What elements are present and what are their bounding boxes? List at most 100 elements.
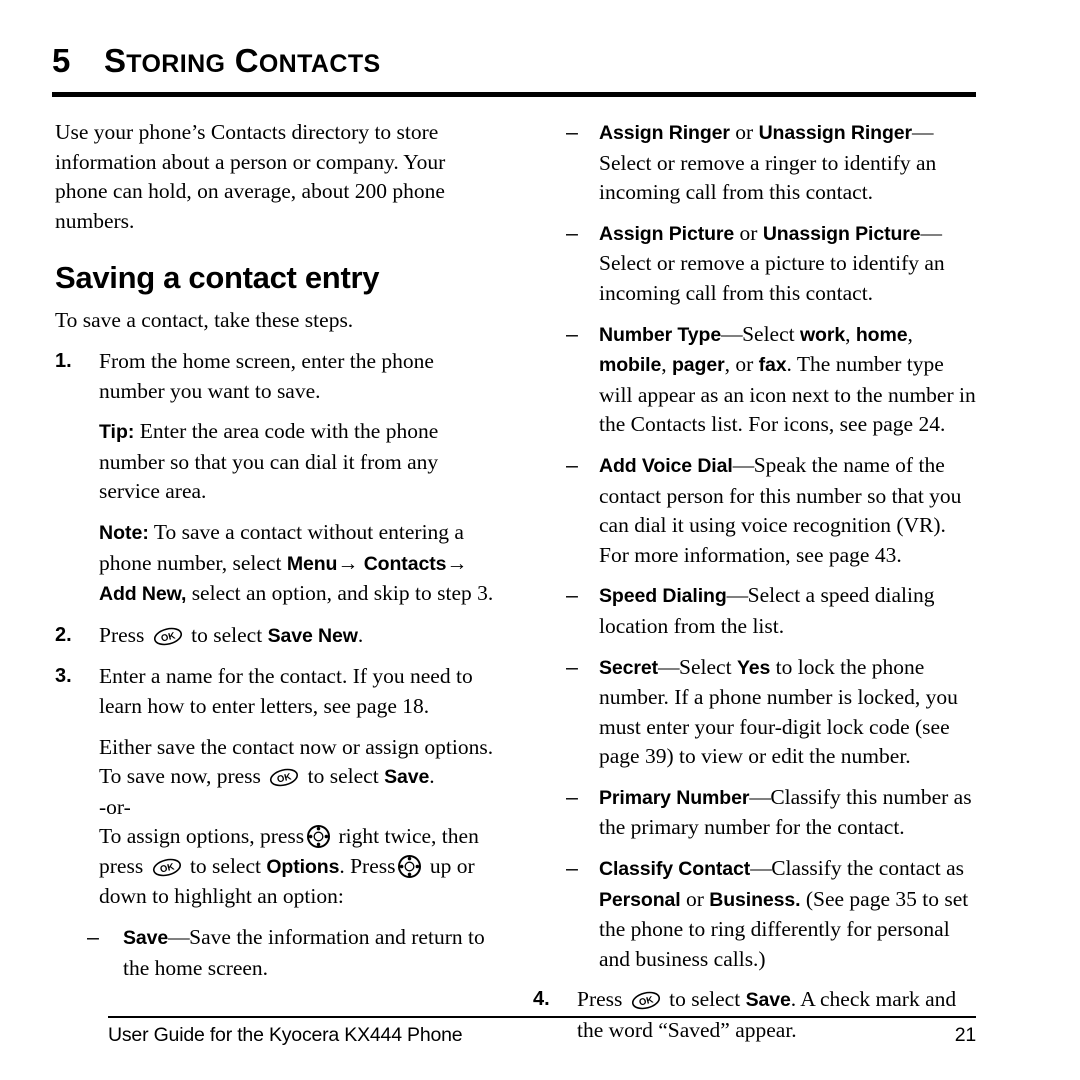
step-2: 2. Press OK to select Save New. (55, 621, 503, 652)
note-label: Note: (99, 521, 149, 544)
step-3-period: . (429, 764, 435, 789)
footer-divider (108, 1016, 976, 1018)
bullet-dash: – (566, 120, 578, 144)
step-4-press: Press (577, 987, 623, 1012)
navigation-key-icon (397, 854, 422, 879)
primary-number-emdash: — (749, 784, 771, 809)
assign-ringer-desc: Select or remove a ringer to identify an… (599, 150, 937, 205)
option-primary-number: – Primary Number—Classify this number as… (533, 783, 981, 843)
assign-picture-term: Assign Picture (599, 222, 735, 245)
step-2-period: . (357, 622, 364, 647)
chapter-title-word2-cap: C (234, 42, 259, 79)
contacts-term: Contacts (363, 552, 447, 575)
assign-ringer-conj: or (735, 120, 754, 144)
section-heading: Saving a contact entry (55, 260, 380, 296)
step-1-text: From the home screen, enter the phone nu… (99, 348, 434, 403)
chapter-title-word1-rest: TORING (126, 50, 226, 78)
right-column: – Assign Ringer or Unassign Ringer—Selec… (533, 118, 981, 1046)
assign-picture-conj: or (739, 220, 758, 245)
tip-block: Tip: Enter the area code with the phone … (55, 417, 503, 507)
step-2-to-select: to select (191, 622, 263, 647)
classify-contact-term: Classify Contact (599, 858, 751, 881)
number-type-term: Number Type (599, 323, 722, 346)
step-1: 1. From the home screen, enter the phone… (55, 347, 503, 406)
chapter-number: 5 (52, 42, 70, 79)
value-business: Business. (709, 888, 801, 911)
step-3-assign: To assign options, press right twice, th… (55, 822, 503, 912)
page-number: 21 (954, 1024, 976, 1046)
chapter-header: 5 STORING CONTACTS (52, 44, 976, 77)
value-work: work (799, 323, 846, 346)
step-1-number: 1. (55, 349, 72, 372)
chapter-title: STORING CONTACTS (104, 44, 381, 77)
add-new-term: Add New, (99, 583, 187, 606)
tip-text: Enter the area code with the phone numbe… (99, 419, 439, 504)
assign-ringer-emdash: — (912, 120, 934, 144)
option-save-emdash: — (168, 925, 190, 950)
tip-label: Tip: (99, 421, 135, 444)
option-save: – Save—Save the information and return t… (55, 923, 503, 983)
option-save-term: Save (123, 927, 169, 950)
value-yes: Yes (736, 656, 771, 679)
option-assign-picture: – Assign Picture or Unassign Picture— Sel… (533, 219, 981, 309)
number-type-desc-a: Select (742, 321, 795, 346)
option-number-type: – Number Type—Select work, home, mobile,… (566, 321, 976, 437)
bullet-dash: – (566, 583, 578, 608)
value-home: home (855, 323, 908, 346)
step-4-to-select: to select (669, 987, 741, 1012)
save-term: Save (384, 766, 430, 789)
ok-key-icon: OK (152, 857, 182, 878)
save-term: Save (745, 989, 791, 1012)
bullet-dash: – (566, 452, 578, 477)
classify-contact-emdash: — (750, 856, 772, 881)
value-personal: Personal (599, 888, 681, 911)
classify-contact-desc-a: Classify the contact as (771, 856, 965, 881)
bullet-dash: – (566, 654, 578, 679)
chapter-title-word2-rest: ONTACTS (258, 50, 381, 78)
primary-number-term: Primary Number (599, 786, 750, 809)
note-block: Note: To save a contact without entering… (55, 518, 503, 610)
navigation-key-icon (306, 824, 331, 849)
step-3-assign-c: to select (189, 853, 261, 878)
classify-contact-or: or (685, 886, 704, 911)
ok-key-icon: OK (153, 626, 183, 647)
option-add-voice-dial: – Add Voice Dial—Speak the name of the c… (533, 451, 981, 570)
step-3-assign-a: To assign options, press (99, 824, 305, 849)
bullet-dash: – (566, 784, 578, 809)
add-voice-dial-term: Add Voice Dial (599, 454, 733, 477)
value-pager: pager (672, 354, 725, 377)
footer-title: User Guide for the Kyocera KX444 Phone (108, 1024, 463, 1046)
add-voice-dial-emdash: — (732, 452, 755, 477)
bullet-dash: – (87, 925, 99, 950)
section-lead: To save a contact, take these steps. (55, 308, 354, 333)
value-mobile: mobile (599, 354, 662, 377)
or-separator: -or- (99, 794, 131, 819)
chapter-title-word1-cap: S (104, 42, 127, 79)
intro-paragraph: Use your phone’s Contacts directory to s… (55, 120, 446, 233)
unassign-ringer-term: Unassign Ringer (758, 122, 913, 144)
assign-picture-emdash: — (920, 220, 943, 245)
step-2-press: Press (99, 622, 145, 647)
step-3-either: Either save the contact now or assign op… (55, 733, 503, 793)
number-type-emdash: — (721, 321, 743, 346)
step-3-number: 3. (55, 665, 72, 688)
note-text-b: select an option, and skip to step 3. (191, 581, 494, 606)
step-4-number: 4. (533, 988, 550, 1011)
step-3: 3. Enter a name for the contact. If you … (55, 662, 503, 721)
speed-dialing-emdash: — (726, 583, 749, 608)
option-assign-ringer: – Assign Ringer or Unassign Ringer— Selec… (533, 118, 981, 208)
step-3-text: Enter a name for the contact. If you nee… (99, 664, 473, 718)
options-term: Options (266, 855, 340, 878)
assign-ringer-term: Assign Ringer (599, 122, 730, 144)
option-secret: – Secret—Select Yes to lock the phone nu… (533, 653, 981, 772)
arrow-icon-2: → (446, 550, 468, 575)
assign-picture-desc: Select or remove a picture to identify a… (599, 251, 945, 305)
speed-dialing-term: Speed Dialing (599, 585, 727, 608)
ok-key-icon: OK (269, 767, 299, 788)
secret-term: Secret (599, 656, 659, 679)
option-speed-dialing: – Speed Dialing—Select a speed dialing l… (533, 581, 981, 641)
header-divider (52, 92, 976, 97)
manual-page: 5 STORING CONTACTS Use your phone’s Cont… (0, 0, 1080, 1080)
arrow-icon-1: → (337, 550, 359, 575)
number-type-or: or (735, 352, 754, 377)
